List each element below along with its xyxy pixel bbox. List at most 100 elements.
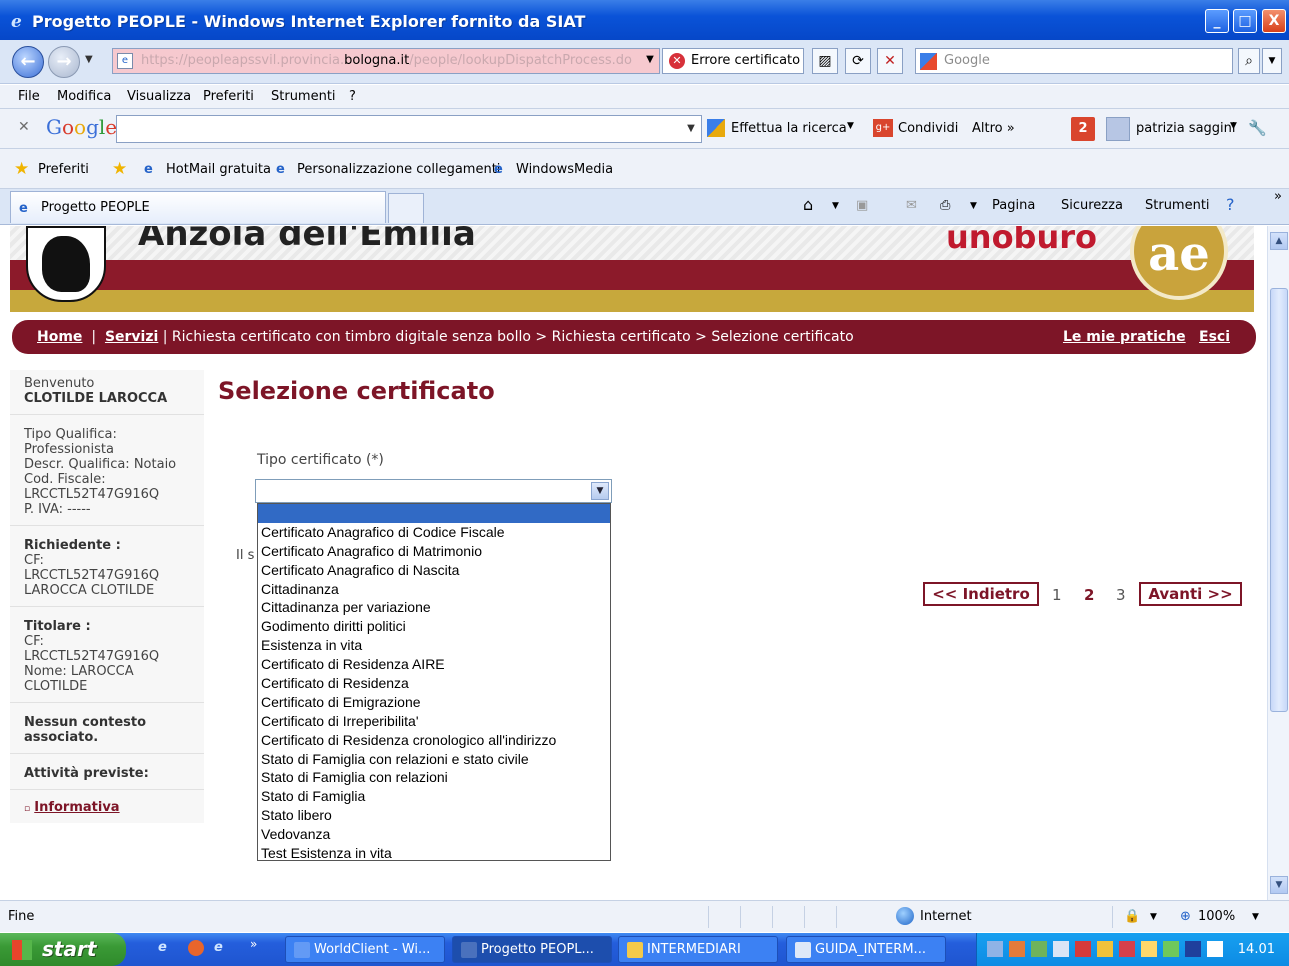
home-dropdown-icon[interactable]: ▼ (832, 201, 839, 211)
tray-icon[interactable] (1163, 941, 1179, 957)
start-button[interactable]: start (0, 933, 126, 966)
user-dropdown-icon[interactable]: ▼ (1230, 121, 1237, 131)
menu-edit[interactable]: Modifica (57, 89, 111, 104)
address-field[interactable]: e https://peopleapssvil.provincia.bologn… (112, 48, 660, 74)
scroll-up-icon[interactable]: ▲ (1270, 232, 1288, 250)
certificate-type-select[interactable]: ▼ (255, 479, 612, 503)
chevron-down-icon[interactable]: ▼ (591, 482, 609, 500)
favorite-link-personalize[interactable]: Personalizzazione collegamenti (297, 162, 500, 177)
my-practices-link[interactable]: Le mie pratiche (1063, 329, 1186, 345)
scrollbar-thumb[interactable] (1270, 288, 1288, 712)
dropdown-option[interactable]: Certificato Anagrafico di Matrimonio (258, 542, 610, 561)
tray-icon[interactable] (1207, 941, 1223, 957)
breadcrumb-services-link[interactable]: Servizi (105, 329, 158, 345)
ie-quicklaunch-icon[interactable]: e (214, 940, 223, 955)
google-search-input[interactable]: ▼ (116, 115, 702, 143)
back-page-button[interactable]: << Indietro (923, 582, 1039, 606)
breadcrumb-home-link[interactable]: Home (37, 329, 82, 345)
favorite-link-hotmail[interactable]: HotMail gratuita (166, 162, 271, 177)
dropdown-option-selected[interactable] (258, 504, 610, 523)
dropdown-option[interactable]: Stato di Famiglia con relazioni e stato … (258, 750, 610, 769)
google-search-dropdown-icon[interactable]: ▼ (683, 120, 699, 138)
close-toolbar-icon[interactable]: ✕ (18, 119, 30, 135)
print-icon[interactable]: ⎙ (940, 198, 950, 213)
compatibility-view-icon[interactable]: ▨ (812, 48, 838, 74)
task-intermediari[interactable]: INTERMEDIARI (618, 936, 778, 963)
home-icon[interactable]: ⌂ (803, 195, 813, 214)
search-icon[interactable]: ⌕ (1238, 48, 1260, 74)
dropdown-option[interactable]: Stato libero (258, 806, 610, 825)
notification-badge[interactable]: 2 (1071, 117, 1095, 141)
protected-mode-icon[interactable]: 🔒 (1124, 909, 1140, 924)
quicklaunch-more-icon[interactable]: » (250, 937, 257, 951)
zoom-dropdown-icon[interactable]: ▼ (1252, 912, 1259, 922)
search-input[interactable]: Google (915, 48, 1233, 74)
favorite-link-windowsmedia[interactable]: WindowsMedia (516, 162, 613, 177)
share-button[interactable]: Condividi (898, 121, 958, 136)
page-link-3[interactable]: 3 (1116, 586, 1126, 604)
zoom-level[interactable]: 100% (1198, 909, 1235, 924)
tray-icon[interactable] (1097, 941, 1113, 957)
tray-icon[interactable] (1141, 941, 1157, 957)
dropdown-option[interactable]: Godimento diritti politici (258, 617, 610, 636)
tray-icon[interactable] (1185, 941, 1201, 957)
print-dropdown-icon[interactable]: ▼ (970, 201, 977, 211)
dropdown-option[interactable]: Certificato di Residenza cronologico all… (258, 731, 610, 750)
tray-icon[interactable] (1119, 941, 1135, 957)
task-guida-interm[interactable]: GUIDA_INTERM... (786, 936, 946, 963)
search-options-icon[interactable]: ▼ (1262, 48, 1282, 74)
close-button[interactable]: X (1262, 9, 1286, 33)
informativa-link[interactable]: Informativa (34, 800, 119, 815)
safety-menu-button[interactable]: Sicurezza (1061, 198, 1123, 213)
tools-menu-button[interactable]: Strumenti (1145, 198, 1210, 213)
task-worldclient[interactable]: WorldClient - Wi... (285, 936, 445, 963)
tray-icon[interactable] (1009, 941, 1025, 957)
avatar[interactable] (1106, 117, 1130, 141)
maximize-button[interactable]: □ (1233, 9, 1257, 33)
menu-help[interactable]: ? (349, 89, 356, 104)
search-google-button[interactable]: Effettua la ricerca (731, 121, 847, 136)
dropdown-option[interactable]: Certificato di Emigrazione (258, 693, 610, 712)
next-page-button[interactable]: Avanti >> (1139, 582, 1242, 606)
mail-icon[interactable]: ✉ (906, 198, 917, 213)
exit-link[interactable]: Esci (1199, 329, 1230, 345)
search-google-dropdown-icon[interactable]: ▼ (847, 121, 854, 131)
dropdown-option[interactable]: Esistenza in vita (258, 636, 610, 655)
address-dropdown-icon[interactable]: ▼ (640, 48, 660, 74)
tray-icon[interactable] (1053, 941, 1069, 957)
help-icon[interactable]: ? (1226, 195, 1235, 214)
dropdown-option[interactable]: Certificato di Residenza (258, 674, 610, 693)
menu-view[interactable]: Visualizza (127, 89, 191, 104)
page-link-1[interactable]: 1 (1052, 586, 1062, 604)
dropdown-option[interactable]: Vedovanza (258, 825, 610, 844)
tray-icon[interactable] (1031, 941, 1047, 957)
dropdown-option[interactable]: Certificato di Residenza AIRE (258, 655, 610, 674)
vertical-scrollbar[interactable]: ▲ ▼ (1267, 226, 1289, 900)
more-button[interactable]: Altro » (972, 121, 1015, 136)
menu-tools[interactable]: Strumenti (271, 89, 336, 104)
stop-icon[interactable]: ✕ (877, 48, 903, 74)
refresh-icon[interactable]: ⟳ (845, 48, 871, 74)
chevron-right-icon[interactable]: » (1274, 189, 1282, 204)
ie-quicklaunch-icon[interactable]: e (158, 940, 167, 955)
dropdown-option[interactable]: Stato di Famiglia con relazioni (258, 768, 610, 787)
dropdown-option[interactable]: Certificato di Irreperibilita' (258, 712, 610, 731)
favorites-button[interactable]: Preferiti (38, 162, 89, 177)
wrench-icon[interactable]: 🔧 (1248, 119, 1267, 137)
feeds-icon[interactable]: ▣ (856, 198, 868, 213)
dropdown-option[interactable]: Cittadinanza per variazione (258, 598, 610, 617)
tray-icon[interactable] (987, 941, 1003, 957)
add-favorite-icon[interactable]: ★ (112, 159, 127, 179)
google-user-name[interactable]: patrizia saggini (1136, 121, 1236, 136)
minimize-button[interactable]: _ (1205, 9, 1229, 33)
dropdown-option[interactable]: Certificato Anagrafico di Nascita (258, 561, 610, 580)
menu-favorites[interactable]: Preferiti (203, 89, 254, 104)
history-dropdown-icon[interactable]: ▼ (85, 54, 93, 65)
protected-mode-dropdown-icon[interactable]: ▼ (1150, 912, 1157, 922)
back-button[interactable]: ← (12, 46, 44, 78)
firefox-quicklaunch-icon[interactable] (188, 940, 204, 956)
dropdown-option[interactable]: Certificato Anagrafico di Codice Fiscale (258, 523, 610, 542)
tab-progetto-people[interactable]: e Progetto PEOPLE (10, 191, 386, 223)
forward-button[interactable]: → (48, 46, 80, 78)
dropdown-option[interactable]: Cittadinanza (258, 580, 610, 599)
